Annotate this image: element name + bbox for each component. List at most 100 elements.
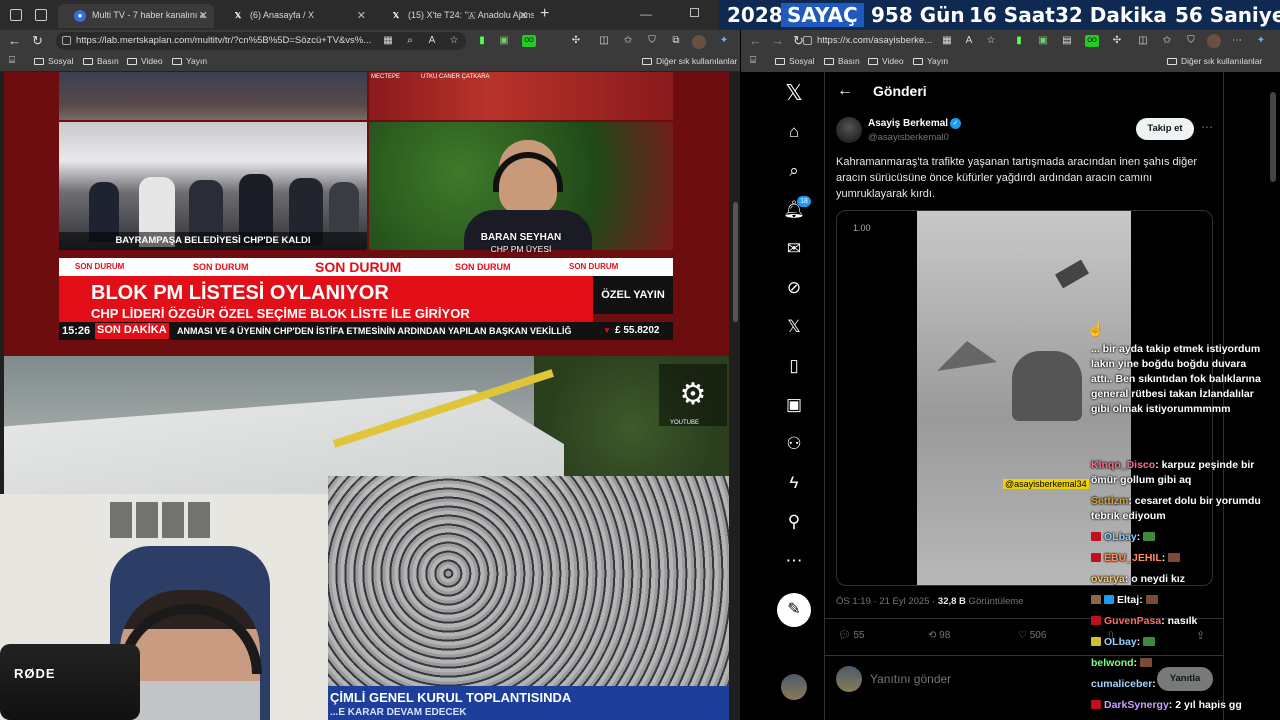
scroll-thumb[interactable] (1270, 92, 1276, 182)
bookmarks-icon[interactable]: ▯ (781, 353, 807, 379)
author-avatar[interactable] (836, 117, 862, 143)
bookmark-menu-icon[interactable]: ⌸ (747, 55, 759, 67)
other-bookmarks-folder[interactable]: Diğer sık kullanılanlar (1167, 56, 1262, 66)
reply-input[interactable]: Yanıtını gönder (870, 672, 951, 686)
bookmark-label: Yayın (927, 56, 949, 66)
maximize-icon[interactable] (690, 8, 699, 17)
site-info-icon[interactable] (803, 36, 812, 45)
right-scrollbar[interactable] (1268, 72, 1278, 720)
extension-3-icon[interactable]: OO (522, 35, 536, 47)
extension-3-icon[interactable]: ▤ (1061, 35, 1073, 47)
profile-avatar[interactable] (1207, 34, 1221, 48)
tab-x-t24[interactable]: 𝕏 (15) X'te T24: "🇦 Anadolu Ajansı ✕ (374, 4, 534, 28)
bookmark-folder-sosyal[interactable]: Sosyal (775, 56, 815, 66)
reply-action[interactable]: 💬︎ 55 (838, 630, 865, 641)
back-icon[interactable]: ← (8, 33, 21, 49)
app-available-icon[interactable]: ▦ (382, 35, 394, 47)
split-screen-icon[interactable]: ◫ (598, 35, 610, 47)
read-aloud-icon[interactable]: A (426, 35, 438, 47)
follow-button[interactable]: Takip et (1136, 118, 1194, 140)
close-tab-icon[interactable]: ✕ (519, 9, 528, 22)
settings-button[interactable]: ⚙ (659, 364, 727, 426)
bookmark-folder-yayin[interactable]: Yayın (172, 56, 207, 66)
repost-count: 98 (939, 630, 951, 641)
ozel-yayin-box: ÖZEL YAYIN (593, 276, 673, 314)
extension-2-icon[interactable]: ▣ (1037, 35, 1049, 47)
close-tab-icon[interactable]: ✕ (199, 9, 208, 22)
favorites-icon[interactable]: ✩ (622, 35, 634, 47)
url-input[interactable]: https://x.com/asayisberke... (797, 32, 1007, 50)
grok-icon[interactable]: ⊘ (781, 275, 807, 301)
post-timestamp[interactable]: ÖS 1:19 · 21 Eyl 2025 · (836, 596, 938, 607)
messages-envelope-icon[interactable]: ✉ (781, 236, 807, 262)
jobs-briefcase-icon[interactable]: ▣ (781, 392, 807, 418)
account-avatar[interactable] (781, 674, 807, 700)
close-tab-icon[interactable]: ✕ (357, 9, 366, 22)
zoom-icon[interactable]: ⌕ (404, 35, 416, 47)
extension-4-icon[interactable]: OO (1085, 35, 1099, 47)
explore-search-icon[interactable]: ⌕ (781, 158, 807, 184)
bookmark-folder-sosyal[interactable]: Sosyal (34, 56, 74, 66)
playback-speed[interactable]: 1.00 (853, 223, 871, 233)
verified-orgs-bolt-icon[interactable]: ϟ (781, 470, 807, 496)
browser-essentials-icon[interactable]: ⛉ (1185, 35, 1197, 47)
copilot-icon[interactable]: ✦ (1255, 35, 1267, 47)
more-options-icon[interactable]: ⋯ (1201, 120, 1213, 134)
extensions-puzzle-icon[interactable]: ✣ (570, 35, 582, 47)
folder-icon (642, 58, 652, 65)
communities-icon[interactable]: ⚇ (781, 431, 807, 457)
url-text: https://x.com/asayisberke... (817, 35, 933, 46)
app-available-icon[interactable]: ▦ (941, 35, 953, 47)
back-arrow-icon[interactable]: ← (837, 82, 853, 100)
workspaces-icon[interactable] (10, 9, 22, 21)
more-options-icon[interactable]: ⋯ (1231, 35, 1243, 47)
profile-person-icon[interactable]: ⚲ (781, 509, 807, 535)
extension-1-icon[interactable]: ▮ (476, 35, 488, 47)
extension-2-icon[interactable]: ▣ (498, 35, 510, 47)
countdown-hours: 16 Saat (969, 3, 1055, 27)
left-scrollbar[interactable] (731, 72, 740, 720)
countdown-label: SAYAÇ (781, 3, 864, 27)
copilot-icon[interactable]: ✦ (718, 35, 730, 47)
other-bookmarks-folder[interactable]: Diğer sık kullanılanlar (642, 56, 737, 66)
reply-avatar (836, 666, 862, 692)
home-icon[interactable]: ⌂ (781, 119, 807, 145)
bookmark-folder-video[interactable]: Video (127, 56, 163, 66)
favorite-star-icon[interactable]: ☆ (985, 35, 997, 47)
profile-avatar[interactable] (692, 35, 706, 49)
minimize-icon[interactable]: — (640, 7, 652, 21)
favorites-icon[interactable]: ✩ (1161, 35, 1173, 47)
forward-icon[interactable]: → (771, 33, 784, 49)
tab-actions-icon[interactable] (35, 9, 47, 21)
author-name[interactable]: Asayiş Berkemal (868, 118, 948, 129)
bookmark-folder-basin[interactable]: Basın (824, 56, 860, 66)
bookmark-folder-video[interactable]: Video (868, 56, 904, 66)
bookmark-folder-basin[interactable]: Basın (83, 56, 119, 66)
site-info-icon[interactable] (62, 36, 71, 45)
premium-x-icon[interactable]: 𝕏 (781, 314, 807, 340)
refresh-icon[interactable]: ↻ (32, 33, 43, 49)
more-circle-icon[interactable]: ⋯ (781, 548, 807, 574)
extension-1-icon[interactable]: ▮ (1013, 35, 1025, 47)
favorite-star-icon[interactable]: ☆ (448, 35, 460, 47)
collections-icon[interactable]: ⧉ (670, 35, 682, 47)
compose-post-button[interactable]: ✎ (777, 593, 811, 627)
bookmark-menu-icon[interactable]: ⌸ (6, 55, 18, 67)
extensions-puzzle-icon[interactable]: ✣ (1111, 35, 1123, 47)
split-screen-icon[interactable]: ◫ (1137, 35, 1149, 47)
new-tab-icon[interactable]: + (540, 5, 549, 23)
read-aloud-icon[interactable]: A (963, 35, 975, 47)
chat-badge-icon (1091, 595, 1101, 604)
repost-action[interactable]: ⟲ 98 (928, 630, 950, 641)
bookmark-folder-yayin[interactable]: Yayın (913, 56, 948, 66)
chat-text: nasılk (1167, 615, 1198, 627)
scroll-thumb[interactable] (733, 202, 738, 322)
like-action[interactable]: ♡ 506 (1018, 630, 1046, 641)
x-logo-icon[interactable]: 𝕏 (781, 80, 807, 106)
tab-x-home[interactable]: 𝕏 (6) Anasayfa / X ✕ (216, 4, 372, 28)
tab-multitv[interactable]: ● Multi TV - 7 haber kanalını a ✕ (58, 4, 214, 28)
tv-guest-scene (369, 122, 673, 250)
back-icon[interactable]: ← (749, 33, 762, 49)
author-handle[interactable]: @asayisberkemal0 (868, 132, 949, 143)
browser-essentials-icon[interactable]: ⛉ (646, 35, 658, 47)
